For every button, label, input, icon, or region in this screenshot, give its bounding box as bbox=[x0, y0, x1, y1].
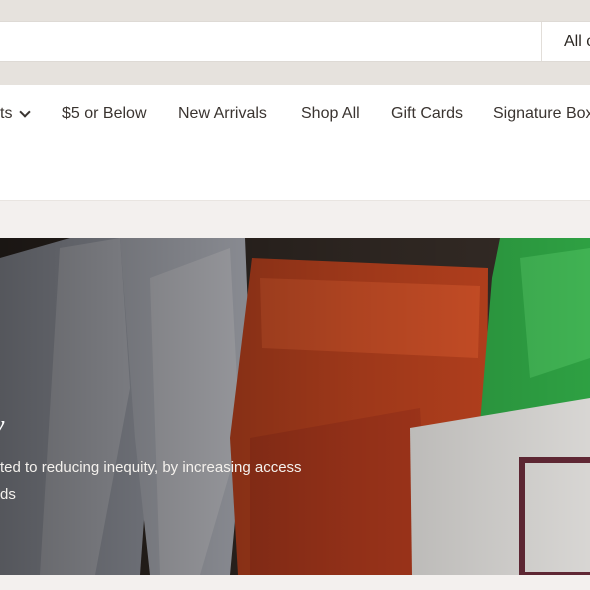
nav-item-label: New Arrivals bbox=[178, 105, 267, 122]
nav-item-gifts[interactable]: ts bbox=[0, 105, 32, 123]
chevron-down-icon bbox=[19, 105, 32, 118]
nav-item-label: ts bbox=[0, 105, 13, 122]
search-scope-select[interactable]: All c bbox=[564, 33, 590, 51]
nav-item-label: Gift Cards bbox=[391, 105, 464, 122]
hero-description-line-1: ted to reducing inequity, by increasing … bbox=[0, 459, 302, 476]
nav-item-signature-box[interactable]: Signature Box bbox=[493, 105, 590, 123]
nav-item-label: Signature Box bbox=[493, 105, 590, 122]
nav-item-label: Shop All bbox=[301, 105, 360, 122]
nav-item-new-arrivals[interactable]: New Arrivals bbox=[178, 105, 267, 123]
nav-item-label: $5 or Below bbox=[62, 105, 147, 122]
nav-item-5-or-below[interactable]: $5 or Below bbox=[62, 105, 147, 123]
nav-item-gift-cards[interactable]: Gift Cards bbox=[391, 105, 463, 123]
search-divider bbox=[541, 22, 542, 61]
hero-heading: y bbox=[0, 410, 4, 442]
main-nav: ts $5 or Below New Arrivals Shop All Gif… bbox=[0, 85, 590, 201]
nav-item-shop-all[interactable]: Shop All bbox=[301, 105, 360, 123]
search-bar[interactable]: All c bbox=[0, 21, 590, 62]
section-spacer bbox=[0, 201, 590, 238]
hero-description-line-2: ds bbox=[0, 486, 16, 503]
page-bottom bbox=[0, 575, 590, 590]
hero-banner[interactable]: y ted to reducing inequity, by increasin… bbox=[0, 238, 590, 575]
hero-image bbox=[0, 238, 590, 575]
